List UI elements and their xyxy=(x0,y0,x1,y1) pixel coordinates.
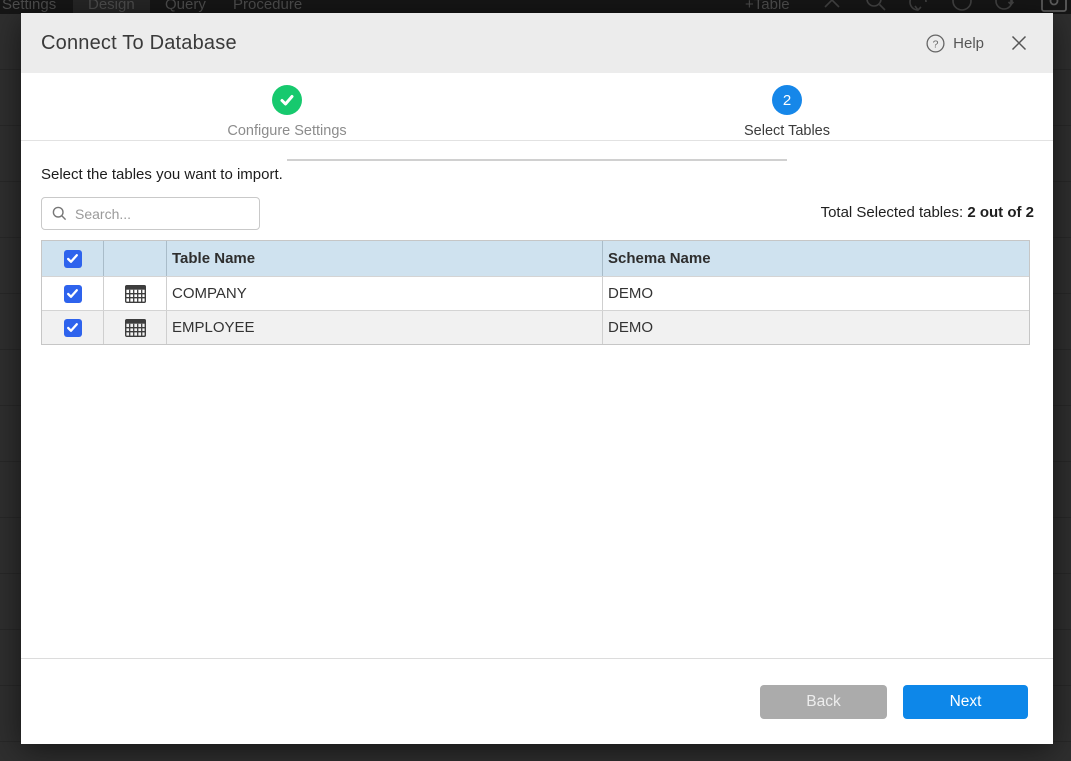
search-input[interactable] xyxy=(75,206,235,222)
table-header-row: Table Name Schema Name xyxy=(42,241,1029,276)
schema-name-cell: DEMO xyxy=(602,311,1029,344)
step-label: Configure Settings xyxy=(187,123,387,139)
table-row[interactable]: EMPLOYEE DEMO xyxy=(42,310,1029,344)
schema-name-cell: DEMO xyxy=(602,277,1029,310)
row-checkbox[interactable] xyxy=(64,285,82,303)
record-icon[interactable] xyxy=(1040,0,1068,13)
row-checkbox[interactable] xyxy=(64,319,82,337)
topbar-item-design[interactable]: Design xyxy=(73,0,150,14)
total-selected-text: Total Selected tables: 2 out of 2 xyxy=(821,204,1034,221)
search-icon xyxy=(52,206,67,221)
instruction-text: Select the tables you want to import. xyxy=(41,166,283,183)
dialog-title: Connect To Database xyxy=(41,32,237,55)
step-label: Select Tables xyxy=(687,123,887,139)
stepper-connector xyxy=(287,159,787,161)
topbar-item-procedure[interactable]: Procedure xyxy=(233,0,302,14)
connect-to-database-dialog: Connect To Database ? Help Configure Set… xyxy=(21,13,1053,744)
history-icon[interactable] xyxy=(950,0,974,13)
column-header-schema-name: Schema Name xyxy=(602,241,1029,276)
help-button[interactable]: ? Help xyxy=(926,34,984,53)
dialog-header: Connect To Database ? Help xyxy=(21,13,1053,73)
step-select-tables: 2 Select Tables xyxy=(687,85,887,139)
step-number-badge: 2 xyxy=(772,85,802,115)
dialog-footer: Back Next xyxy=(21,658,1053,744)
close-icon[interactable] xyxy=(821,0,843,11)
total-selected-value: 2 out of 2 xyxy=(967,204,1034,221)
help-label: Help xyxy=(953,35,984,52)
back-button[interactable]: Back xyxy=(760,685,887,719)
select-all-checkbox[interactable] xyxy=(64,250,82,268)
next-button[interactable]: Next xyxy=(903,685,1028,719)
step-completed-check-icon xyxy=(272,85,302,115)
undo-icon[interactable] xyxy=(907,0,931,13)
table-row[interactable]: COMPANY DEMO xyxy=(42,276,1029,310)
help-icon: ? xyxy=(926,34,945,53)
column-header-table-name: Table Name xyxy=(166,241,602,276)
search-icon[interactable] xyxy=(864,0,888,13)
table-name-cell: EMPLOYEE xyxy=(166,311,602,344)
background-toolbar: Settings Design Query Procedure +Table xyxy=(0,0,1071,14)
dialog-close-icon[interactable] xyxy=(1011,35,1027,51)
table-grid-icon xyxy=(125,285,146,303)
stepper: Configure Settings 2 Select Tables xyxy=(21,73,1053,141)
topbar-item-settings[interactable]: Settings xyxy=(2,0,56,14)
table-name-cell: COMPANY xyxy=(166,277,602,310)
topbar-item-query[interactable]: Query xyxy=(165,0,206,14)
tables-list: Table Name Schema Name COMPANY DEMO xyxy=(41,240,1030,345)
icon-column-header xyxy=(103,241,166,276)
step-configure-settings: Configure Settings xyxy=(187,85,387,139)
add-table-button[interactable]: +Table xyxy=(745,0,790,14)
download-icon[interactable] xyxy=(993,0,1019,13)
search-box xyxy=(41,197,260,230)
table-grid-icon xyxy=(125,319,146,337)
svg-text:?: ? xyxy=(933,38,939,50)
